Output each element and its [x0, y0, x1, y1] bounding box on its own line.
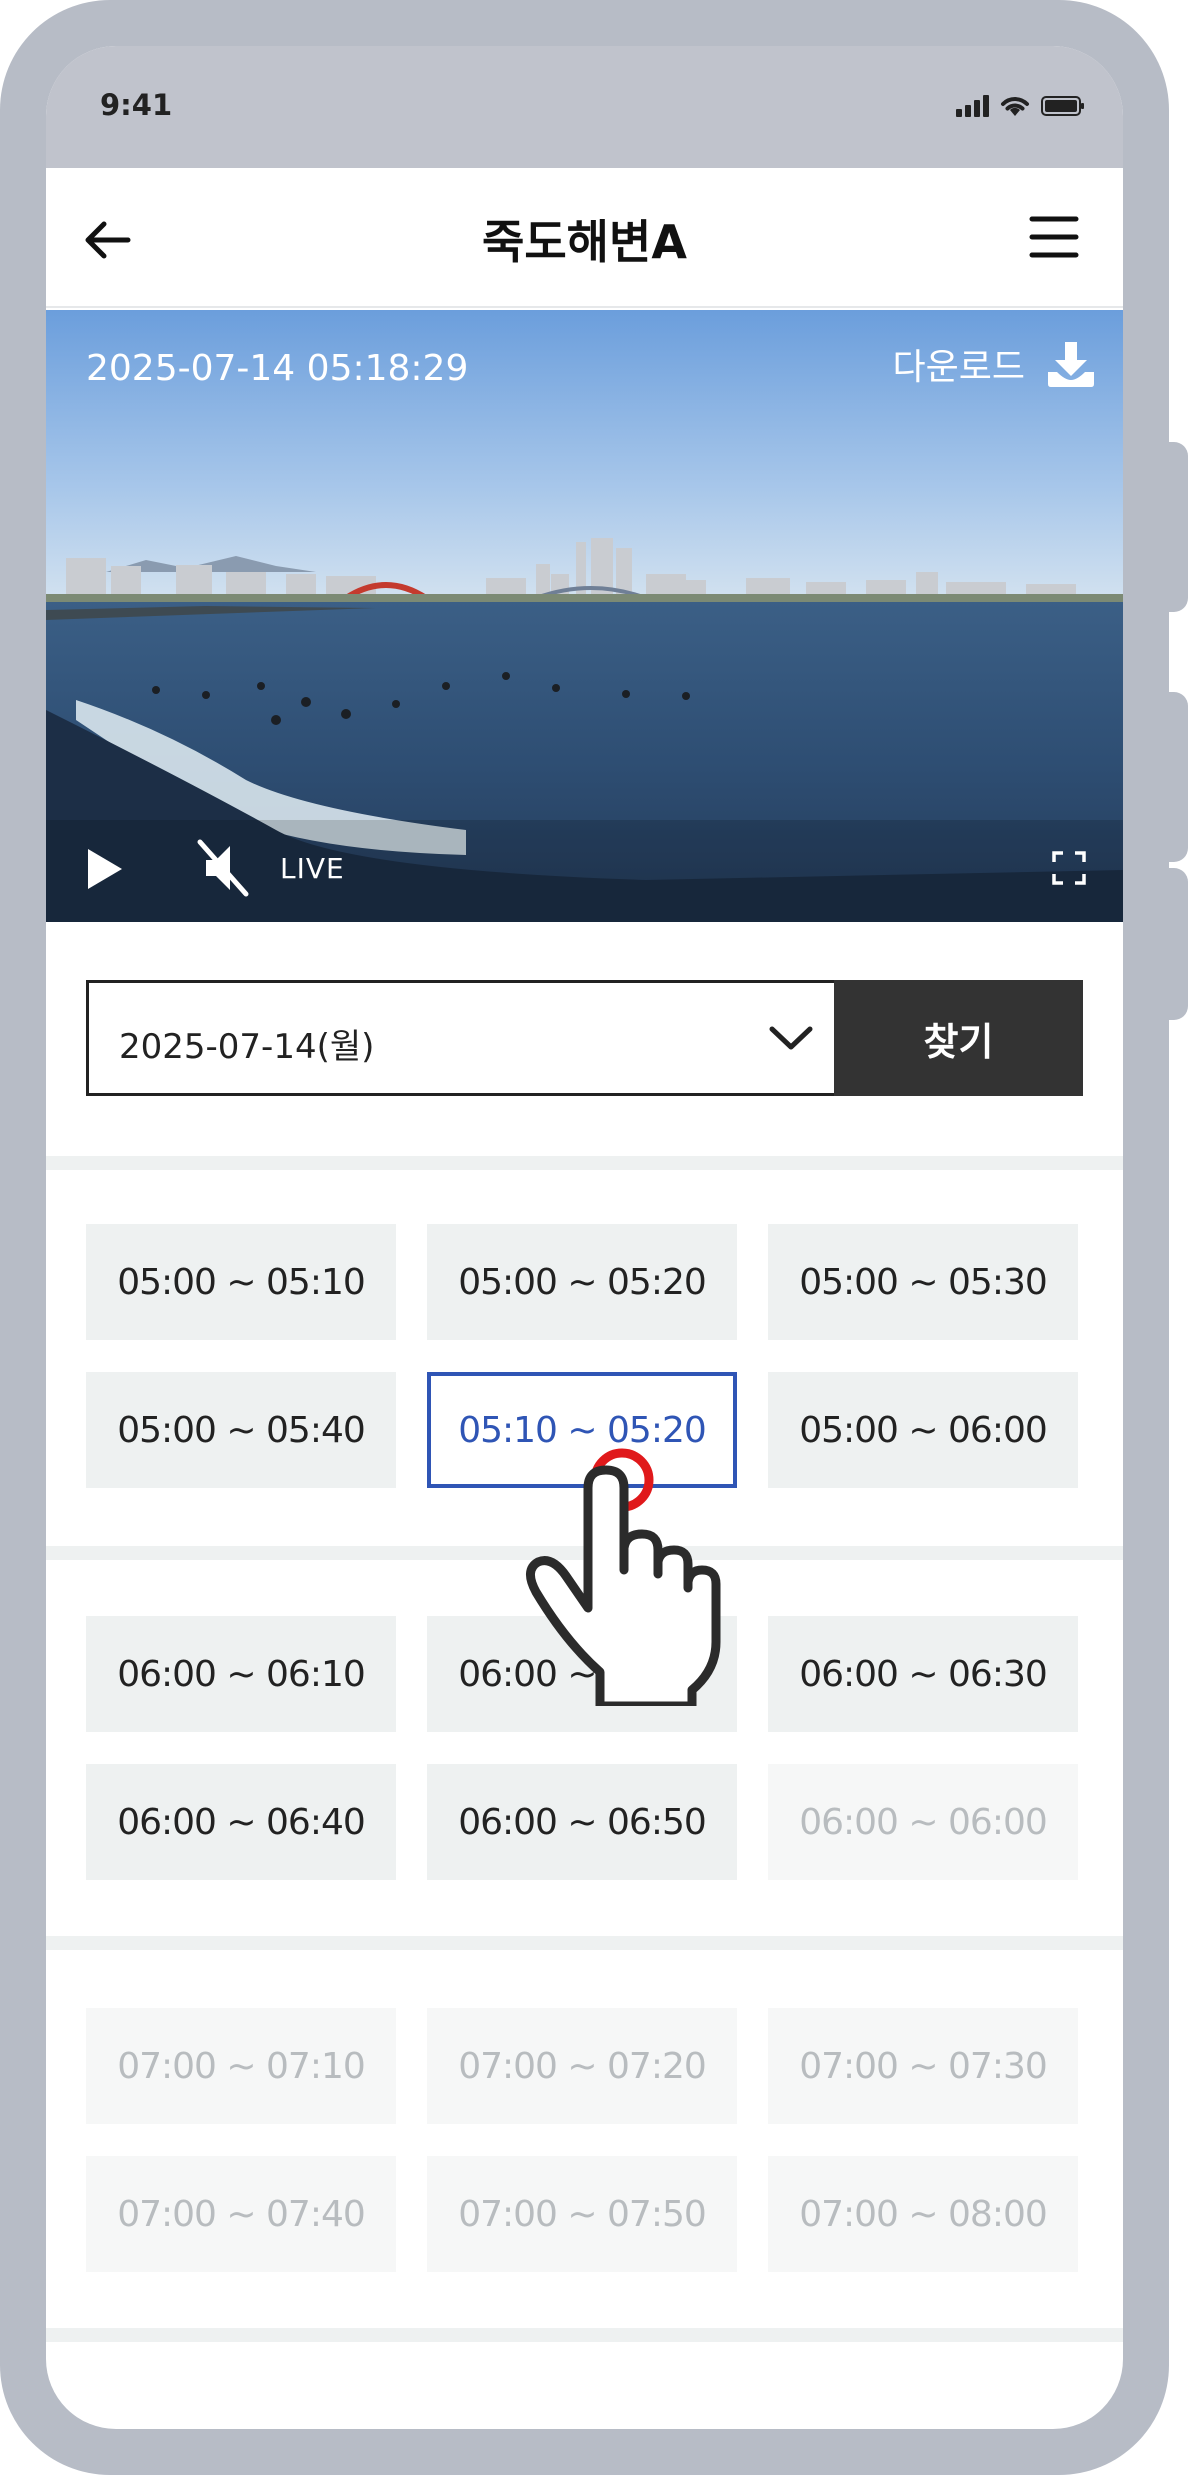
- app-header: 죽도해변A: [46, 168, 1123, 308]
- battery-icon: [1041, 96, 1084, 116]
- time-slot-button: 07:00 ~ 07:30: [768, 2008, 1078, 2124]
- phone-side-button: [1166, 692, 1188, 862]
- time-slot-button: 07:00 ~ 07:40: [86, 2156, 396, 2272]
- time-slot-button[interactable]: 05:00 ~ 05:30: [768, 1224, 1078, 1340]
- phone-side-button: [1166, 868, 1188, 1020]
- video-timestamp: 2025-07-14 05:18:29: [86, 348, 469, 389]
- status-icons: [956, 94, 1085, 118]
- download-button[interactable]: 다운로드: [893, 338, 1097, 390]
- time-slot-button[interactable]: 05:00 ~ 06:00: [768, 1372, 1078, 1488]
- screen: 9:41 죽도해변A 2025-07-14 05:18:29 다운로드 LIVE…: [46, 46, 1123, 2429]
- section-divider: [46, 1936, 1123, 1950]
- live-label: LIVE: [280, 852, 345, 885]
- mute-icon[interactable]: [194, 838, 250, 898]
- download-icon: [1048, 342, 1094, 387]
- cctv-video-player[interactable]: 2025-07-14 05:18:29 다운로드 LIVE: [46, 310, 1123, 922]
- wifi-icon: [1001, 97, 1029, 116]
- date-select-value: 2025-07-14(월): [119, 1027, 375, 1067]
- status-time: 9:41: [100, 88, 173, 122]
- page-title: 죽도해변A: [482, 215, 687, 269]
- status-bar: 9:41: [46, 46, 1123, 168]
- time-slot-button: 07:00 ~ 08:00: [768, 2156, 1078, 2272]
- hamburger-menu-icon[interactable]: [1029, 212, 1079, 262]
- find-button[interactable]: 찾기: [834, 980, 1083, 1096]
- time-slot-button[interactable]: 06:00 ~ 06:30: [768, 1616, 1078, 1732]
- time-slot-button[interactable]: 06:00 ~ 06:10: [86, 1616, 396, 1732]
- time-slot-button[interactable]: 05:00 ~ 05:20: [427, 1224, 737, 1340]
- hand-pointer-icon: [526, 1448, 721, 1706]
- time-slot-button[interactable]: 05:00 ~ 05:10: [86, 1224, 396, 1340]
- signal-icon: [956, 95, 989, 117]
- phone-side-button: [1166, 442, 1188, 612]
- time-slot-button: 07:00 ~ 07:10: [86, 2008, 396, 2124]
- time-slot-button: 07:00 ~ 07:50: [427, 2156, 737, 2272]
- time-slot-button[interactable]: 06:00 ~ 06:50: [427, 1764, 737, 1880]
- play-icon[interactable]: [84, 846, 124, 892]
- chevron-down-icon: [769, 1026, 813, 1050]
- download-label: 다운로드: [892, 347, 1025, 388]
- fullscreen-icon[interactable]: [1051, 850, 1087, 886]
- time-slot-button: 06:00 ~ 06:00: [768, 1764, 1078, 1880]
- time-slot-button[interactable]: 05:00 ~ 05:40: [86, 1372, 396, 1488]
- section-divider: [46, 2328, 1123, 2342]
- time-slot-button: 07:00 ~ 07:20: [427, 2008, 737, 2124]
- beach-video-frame: [46, 310, 1123, 922]
- date-select[interactable]: 2025-07-14(월): [86, 980, 834, 1096]
- section-divider: [46, 1156, 1123, 1170]
- time-slot-button[interactable]: 06:00 ~ 06:40: [86, 1764, 396, 1880]
